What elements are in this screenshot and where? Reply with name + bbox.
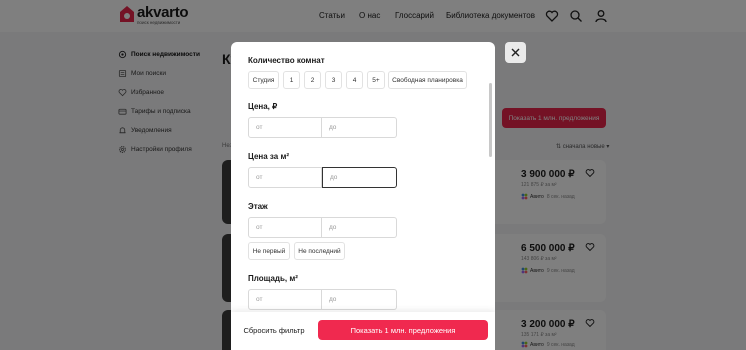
rooms-title: Количество комнат — [248, 56, 325, 65]
rooms-chip-studio[interactable]: Студия — [248, 71, 279, 89]
price-per-m-to-input[interactable] — [322, 167, 397, 188]
floor-from-input[interactable] — [248, 217, 322, 238]
rooms-chip-free-layout[interactable]: Свободная планировка — [388, 71, 467, 89]
area-from-input[interactable] — [248, 289, 322, 310]
modal-scrollbar[interactable] — [489, 83, 492, 157]
rooms-chip-3[interactable]: 3 — [325, 71, 342, 89]
price-per-m-from-input[interactable] — [248, 167, 322, 188]
reset-filter-button[interactable]: Сбросить фильтр — [238, 320, 310, 340]
price-range — [248, 117, 397, 138]
area-title: Площадь, м² — [248, 274, 298, 283]
floor-range — [248, 217, 397, 238]
floor-to-input[interactable] — [322, 217, 397, 238]
close-icon — [511, 48, 520, 57]
price-per-m-range — [248, 167, 397, 188]
area-to-input[interactable] — [322, 289, 397, 310]
rooms-chip-5plus[interactable]: 5+ — [367, 71, 385, 89]
area-range — [248, 289, 397, 310]
floor-title: Этаж — [248, 202, 268, 211]
price-title: Цена, ₽ — [248, 102, 278, 111]
modal-footer: Сбросить фильтр Показать 1 млн. предложе… — [231, 312, 495, 350]
price-per-m-title: Цена за м² — [248, 152, 290, 161]
price-to-input[interactable] — [322, 117, 397, 138]
rooms-chip-1[interactable]: 1 — [283, 71, 300, 89]
floor-chip-not-first[interactable]: Не первый — [248, 242, 290, 260]
filter-modal: Количество комнат Студия 1 2 3 4 5+ Своб… — [231, 42, 495, 350]
show-results-button[interactable]: Показать 1 млн. предложения — [318, 320, 488, 340]
floor-chip-not-last[interactable]: Не последний — [294, 242, 345, 260]
close-modal-button[interactable] — [505, 42, 526, 63]
rooms-chip-2[interactable]: 2 — [304, 71, 321, 89]
rooms-chip-4[interactable]: 4 — [346, 71, 363, 89]
price-from-input[interactable] — [248, 117, 322, 138]
